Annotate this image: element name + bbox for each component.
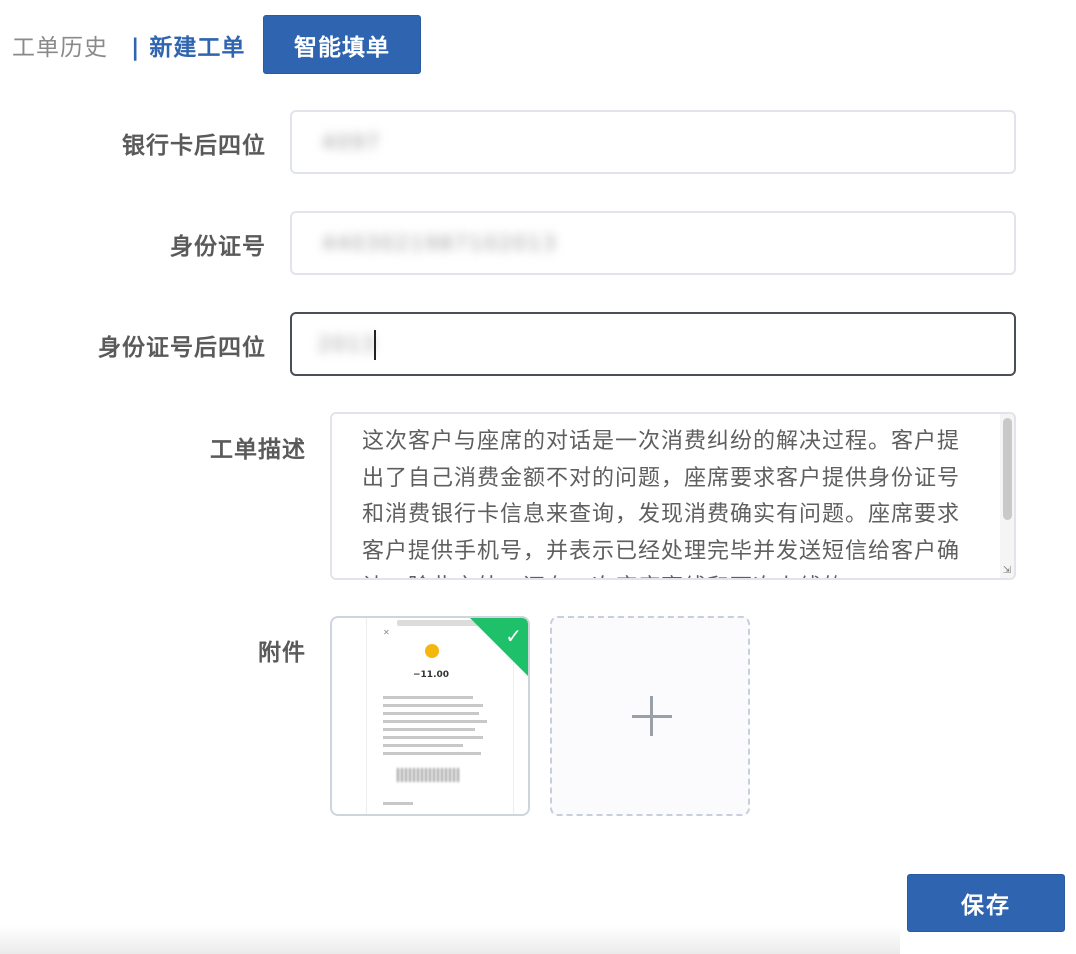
receipt-line	[383, 712, 479, 715]
receipt-line	[383, 802, 413, 805]
receipt-line	[383, 736, 483, 739]
scrollbar-thumb[interactable]	[1003, 418, 1012, 520]
check-icon: ✓	[505, 624, 522, 648]
receipt-line	[383, 720, 487, 723]
plus-icon	[650, 696, 653, 736]
barcode	[397, 768, 461, 782]
attachment-thumbnail[interactable]: ✕ −11.00 ✓	[330, 616, 530, 816]
attachment-label: 附件	[258, 640, 306, 666]
description-text: 这次客户与座席的对话是一次消费纠纷的解决过程。客户提出了自己消费金额不对的问题，…	[362, 429, 961, 578]
description-textarea[interactable]: 这次客户与座席的对话是一次消费纠纷的解决过程。客户提出了自己消费金额不对的问题，…	[330, 412, 1016, 580]
receipt-status-bar	[397, 620, 479, 626]
id-last4-input[interactable]: 2013	[290, 312, 1016, 376]
tab-new-ticket[interactable]: | 新建工单	[131, 28, 245, 62]
bottom-shadow	[0, 926, 900, 954]
receipt-line	[383, 704, 483, 707]
id-last4-label: 身份证号后四位	[98, 335, 266, 361]
coin-icon	[425, 644, 439, 658]
description-scrollbar[interactable]	[1000, 414, 1014, 578]
id-number-input[interactable]: 4403021987102013	[290, 211, 1016, 275]
bank-last4-value: 4097	[322, 130, 381, 154]
tab-history[interactable]: 工单历史	[12, 28, 108, 62]
receipt-line	[383, 752, 481, 755]
resize-handle-icon[interactable]: ⇲	[1001, 565, 1013, 577]
receipt-line	[383, 728, 475, 731]
tab-smart-fill[interactable]: 智能填单	[263, 15, 421, 74]
save-button[interactable]: 保存	[907, 874, 1065, 932]
bank-last4-input[interactable]: 4097	[290, 110, 1016, 174]
close-icon: ✕	[383, 628, 390, 637]
id-number-value: 4403021987102013	[322, 231, 558, 255]
receipt-line	[383, 744, 463, 747]
text-caret	[374, 330, 376, 360]
receipt-amount: −11.00	[413, 670, 450, 680]
bank-last4-label: 银行卡后四位	[122, 133, 266, 159]
id-last4-value: 2013	[318, 332, 377, 356]
receipt-line	[383, 696, 473, 699]
description-label: 工单描述	[210, 437, 306, 463]
id-number-label: 身份证号	[170, 234, 266, 260]
add-attachment-button[interactable]	[550, 616, 750, 816]
